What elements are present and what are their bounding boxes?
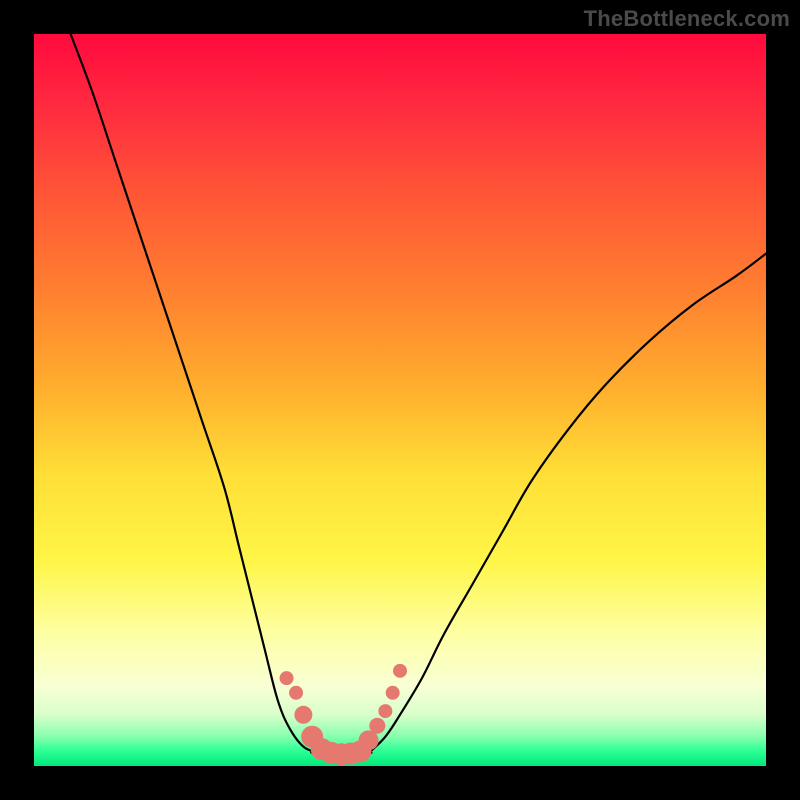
valley-marker [386, 686, 400, 700]
curve-layer [34, 34, 766, 766]
valley-marker [393, 664, 407, 678]
chart-frame: TheBottleneck.com [0, 0, 800, 800]
valley-marker [280, 671, 294, 685]
valley-marker [369, 718, 385, 734]
valley-marker [378, 704, 392, 718]
valley-marker [289, 686, 303, 700]
plot-area [34, 34, 766, 766]
watermark-text: TheBottleneck.com [584, 6, 790, 32]
bottleneck-curve [71, 34, 766, 755]
valley-marker [294, 706, 312, 724]
